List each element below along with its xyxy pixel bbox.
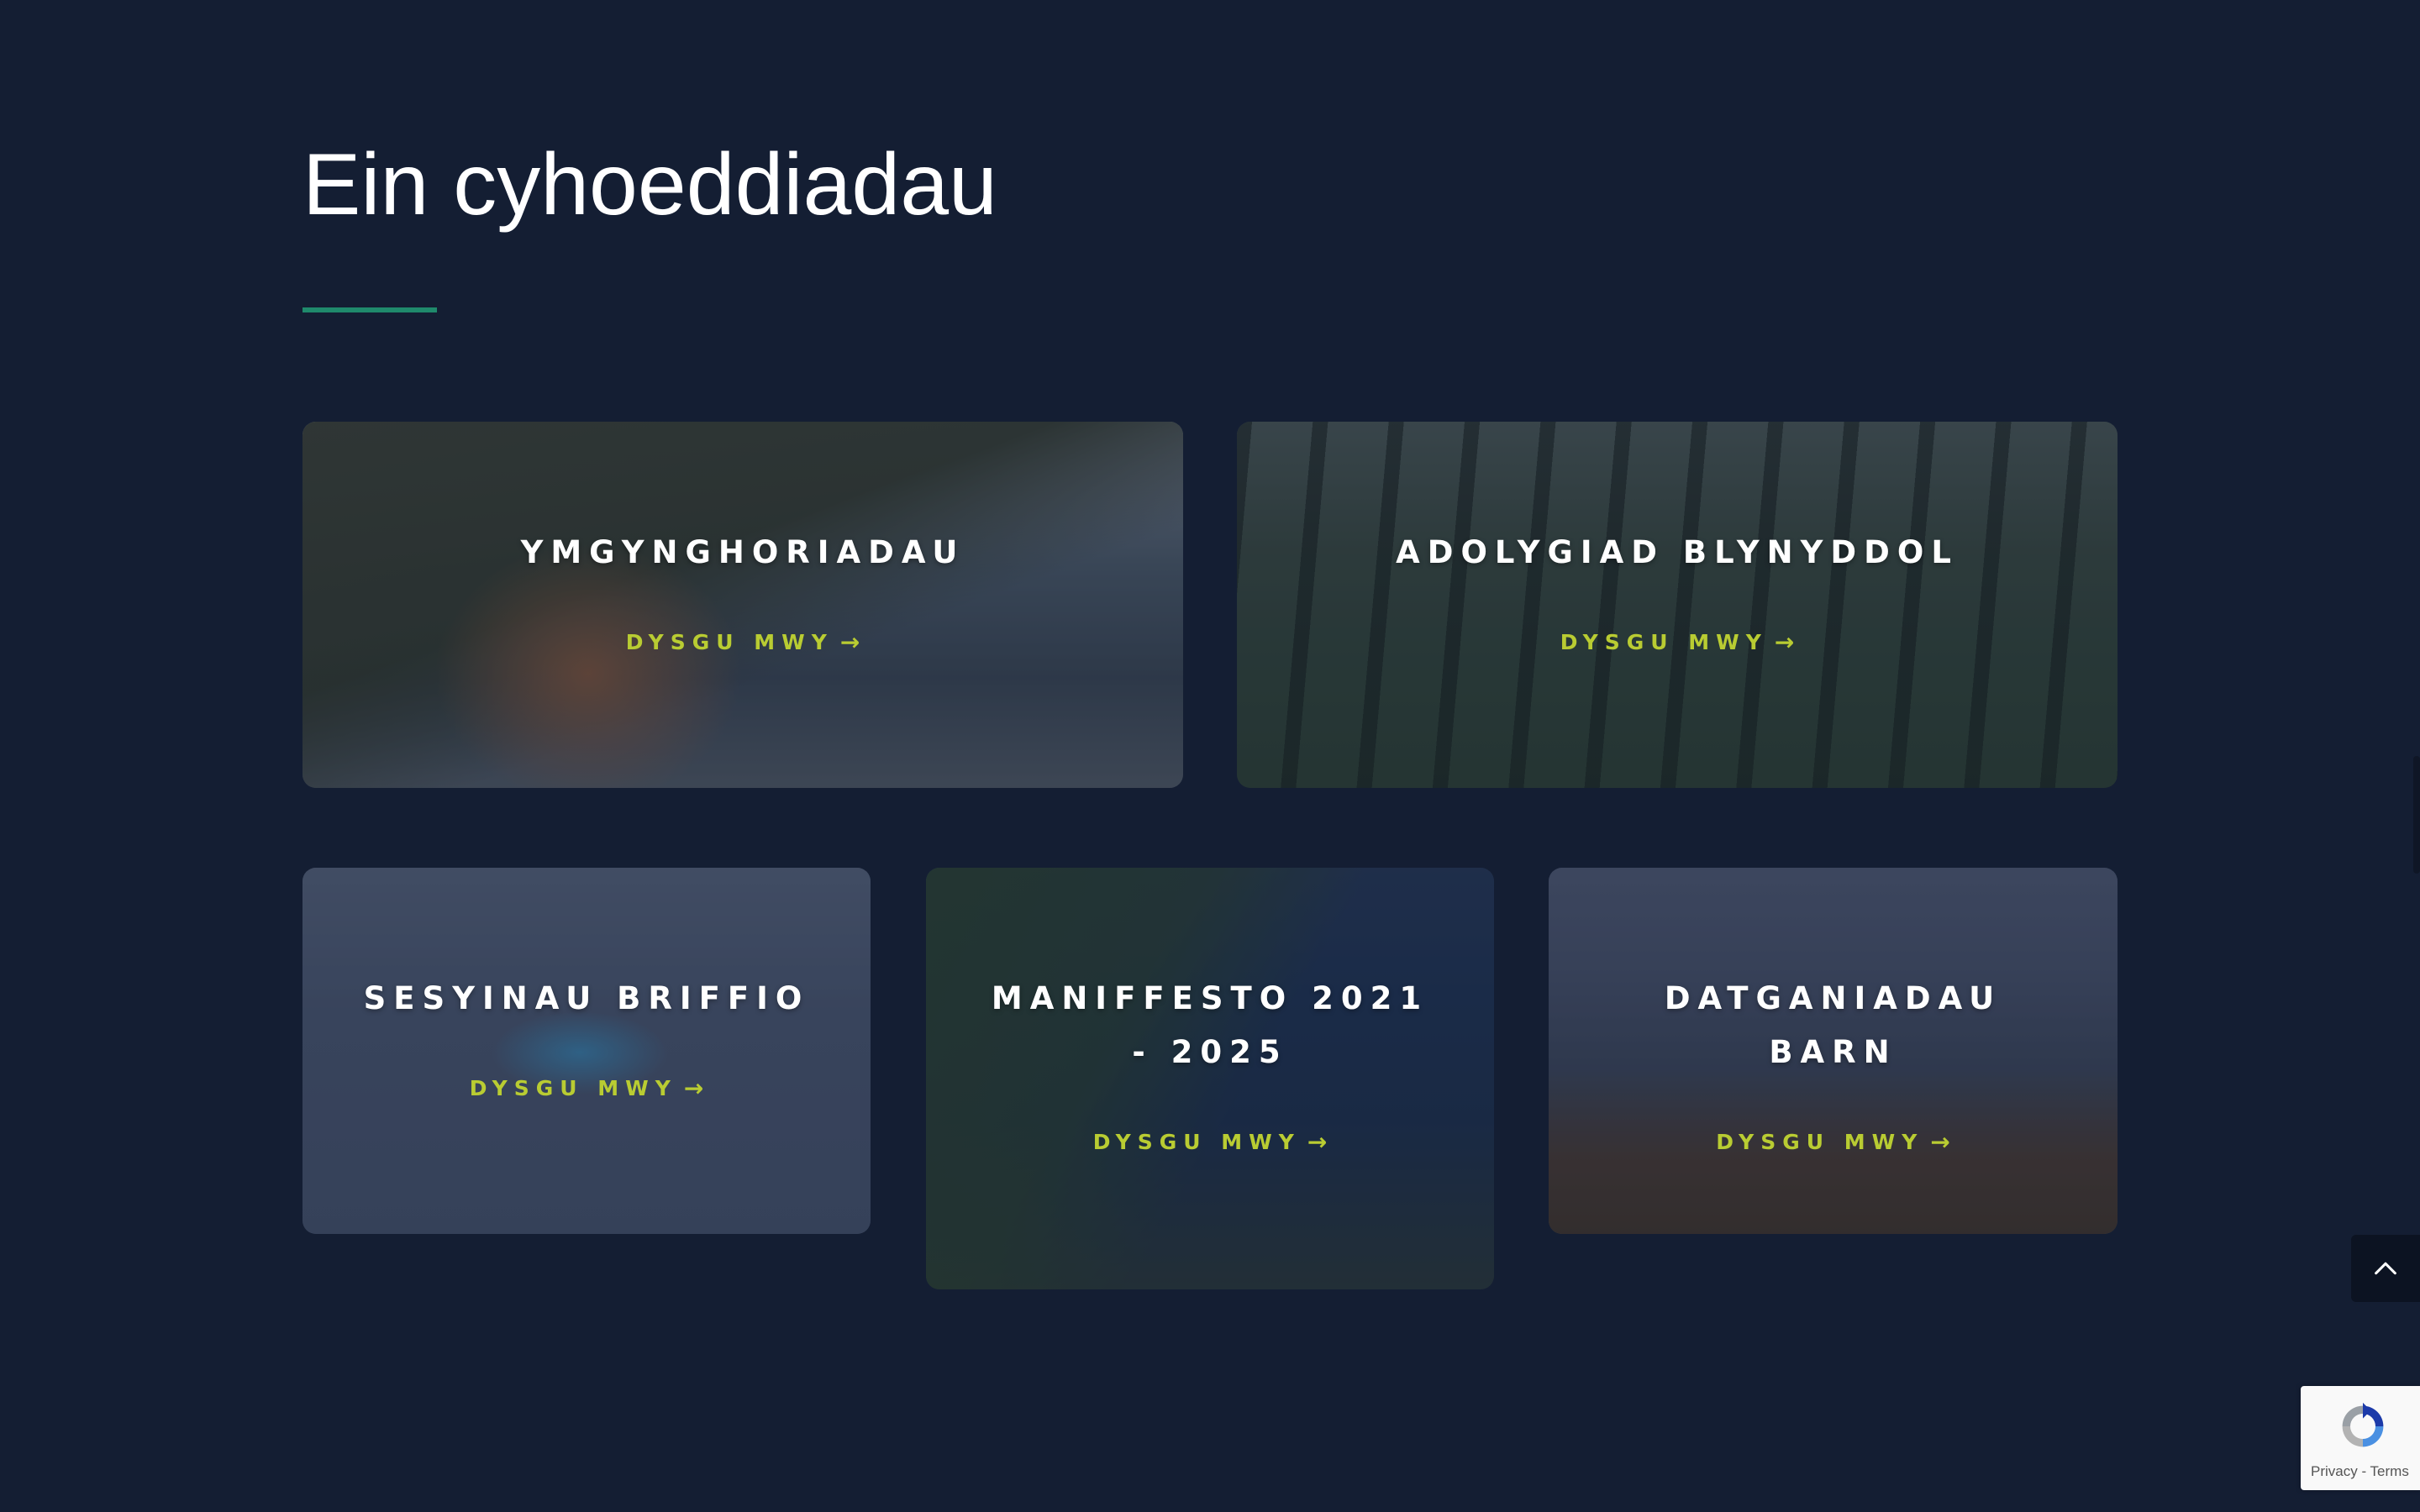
card-title: YMGYNGHORIADAU <box>520 534 965 570</box>
learn-more-label: DYSGU MWY <box>625 630 834 654</box>
arrow-right-icon: → <box>1774 628 1795 656</box>
learn-more-link[interactable]: DYSGU MWY → <box>1716 1128 1950 1156</box>
card-datganiadau-barn[interactable]: DATGANIADAU BARN DYSGU MWY → <box>1549 868 2118 1234</box>
learn-more-link[interactable]: DYSGU MWY → <box>626 628 860 656</box>
card-title: ADOLYGIAD BLYNYDDOL <box>1396 534 1959 570</box>
arrow-right-icon: → <box>1307 1128 1328 1156</box>
card-sesyinau-briffio[interactable]: SESYINAU BRIFFIO DYSGU MWY → <box>302 868 871 1234</box>
recaptcha-badge[interactable]: Privacy - Terms <box>2301 1386 2420 1490</box>
arrow-right-icon: → <box>839 628 860 656</box>
recaptcha-logo-icon <box>2342 1402 2384 1447</box>
learn-more-label: DYSGU MWY <box>1560 630 1768 654</box>
learn-more-label: DYSGU MWY <box>1716 1130 1924 1154</box>
recaptcha-terms-link[interactable]: Terms <box>2370 1463 2409 1479</box>
card-adolygiad-blynyddol[interactable]: ADOLYGIAD BLYNYDDOL DYSGU MWY → <box>1237 422 2118 788</box>
learn-more-link[interactable]: DYSGU MWY → <box>470 1074 704 1102</box>
back-to-top-button[interactable] <box>2351 1235 2420 1302</box>
recaptcha-links: Privacy - Terms <box>2311 1463 2409 1480</box>
page-scrollbar[interactable] <box>2413 756 2420 874</box>
chevron-up-icon <box>2375 1262 2396 1275</box>
card-title: MANIFFESTO 2021 - 2025 <box>991 980 1429 1070</box>
learn-more-link[interactable]: DYSGU MWY → <box>1093 1128 1328 1156</box>
card-title: DATGANIADAU BARN <box>1664 980 2002 1070</box>
section-title: Ein cyhoeddiadau <box>302 136 997 234</box>
arrow-right-icon: → <box>1930 1128 1950 1156</box>
recaptcha-separator: - <box>2357 1463 2370 1479</box>
learn-more-link[interactable]: DYSGU MWY → <box>1560 628 1795 656</box>
recaptcha-privacy-link[interactable]: Privacy <box>2311 1463 2358 1479</box>
title-underline <box>302 307 437 312</box>
card-title: SESYINAU BRIFFIO <box>363 980 810 1016</box>
card-ymgynghoriadau[interactable]: YMGYNGHORIADAU DYSGU MWY → <box>302 422 1183 788</box>
learn-more-label: DYSGU MWY <box>469 1076 677 1100</box>
arrow-right-icon: → <box>683 1074 704 1102</box>
card-maniffesto[interactable]: MANIFFESTO 2021 - 2025 DYSGU MWY → <box>926 868 1494 1289</box>
learn-more-label: DYSGU MWY <box>1092 1130 1301 1154</box>
